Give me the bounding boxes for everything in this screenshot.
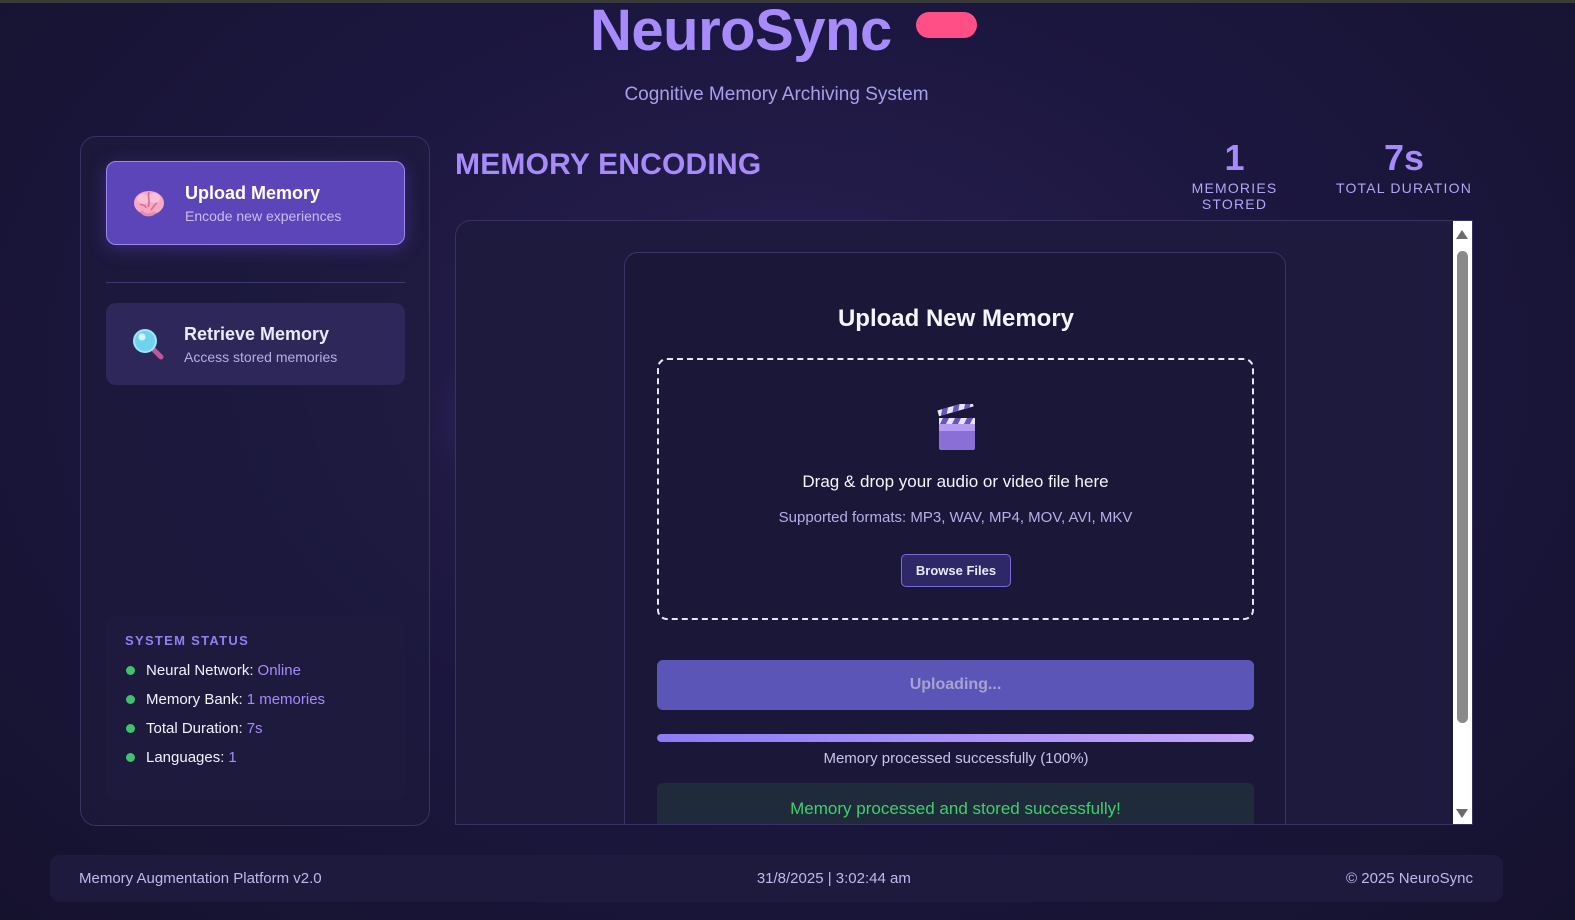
status-indicator-icon — [126, 753, 135, 762]
status-value: 1 — [228, 749, 237, 766]
footer-platform-version: Memory Augmentation Platform v2.0 — [79, 870, 322, 887]
supported-formats-text: Supported formats: MP3, WAV, MP4, MOV, A… — [778, 509, 1133, 526]
section-title: MEMORY ENCODING — [455, 148, 762, 181]
nav-upload-sublabel: Encode new experiences — [185, 207, 342, 224]
stat-label: TOTAL DURATION — [1335, 180, 1473, 196]
status-value: 1 memories — [246, 691, 326, 708]
brain-icon — [131, 185, 167, 221]
system-status-title: SYSTEM STATUS — [125, 633, 250, 648]
content-panel: Upload New Memory Drag & drop your audio… — [455, 220, 1473, 825]
sidebar-divider — [106, 282, 405, 283]
status-row-languages: Languages: 1 — [125, 743, 386, 772]
status-value: Online — [257, 662, 301, 679]
scroll-up-arrow-icon[interactable] — [1456, 230, 1468, 239]
sidebar: Upload Memory Encode new experiences Ret… — [80, 136, 430, 826]
system-status-card: SYSTEM STATUS Neural Network: Online Mem… — [106, 615, 405, 801]
clapperboard-icon — [936, 400, 978, 452]
scrollbar-thumb[interactable] — [1457, 251, 1468, 723]
nav-upload-label: Upload Memory — [185, 182, 321, 203]
upload-progress-bar — [657, 734, 1254, 742]
upload-card: Upload New Memory Drag & drop your audio… — [624, 252, 1286, 824]
stat-total-duration: 7s TOTAL DURATION — [1335, 137, 1473, 197]
app-subtitle: Cognitive Memory Archiving System — [624, 84, 929, 105]
status-label: Total Duration: — [146, 720, 243, 737]
status-label: Neural Network: — [146, 662, 254, 679]
status-label: Languages: — [146, 749, 225, 766]
stat-value: 1 — [1224, 137, 1245, 178]
brand-header: NeuroSync — [590, 0, 977, 62]
footer-copyright: © 2025 NeuroSync — [1346, 870, 1473, 887]
status-label: Memory Bank: — [146, 691, 243, 708]
scroll-down-arrow-icon[interactable] — [1456, 809, 1468, 818]
app-title: NeuroSync — [590, 0, 892, 63]
dropzone-text: Drag & drop your audio or video file her… — [802, 472, 1109, 491]
footer: Memory Augmentation Platform v2.0 31/8/2… — [50, 855, 1503, 902]
stat-value: 7s — [1383, 137, 1425, 178]
success-message: Memory processed and stored successfully… — [657, 783, 1254, 824]
nav-retrieve-memory[interactable]: Retrieve Memory Access stored memories — [106, 303, 405, 385]
progress-text: Memory processed successfully (100%) — [823, 750, 1089, 767]
nav-retrieve-label: Retrieve Memory — [184, 323, 330, 344]
footer-datetime: 31/8/2025 | 3:02:44 am — [756, 870, 911, 887]
status-row-neural-network: Neural Network: Online — [125, 656, 386, 685]
brand-badge — [915, 12, 977, 38]
file-dropzone[interactable]: Drag & drop your audio or video file her… — [657, 358, 1254, 620]
browse-files-button[interactable]: Browse Files — [901, 554, 1011, 587]
status-indicator-icon — [126, 724, 135, 733]
status-value: 7s — [246, 720, 263, 737]
stat-label: MEMORIES STORED — [1191, 180, 1278, 212]
status-indicator-icon — [126, 695, 135, 704]
status-indicator-icon — [126, 666, 135, 675]
upload-button[interactable]: Uploading... — [657, 660, 1254, 710]
upload-title: Upload New Memory — [837, 305, 1075, 332]
status-row-total-duration: Total Duration: 7s — [125, 714, 386, 743]
upload-progress-fill — [657, 734, 1254, 742]
stat-memories-stored: 1 MEMORIES STORED — [1158, 137, 1311, 213]
status-row-memory-bank: Memory Bank: 1 memories — [125, 685, 386, 714]
magnifying-glass-icon — [130, 326, 166, 362]
vertical-scrollbar[interactable] — [1453, 221, 1472, 824]
nav-upload-memory[interactable]: Upload Memory Encode new experiences — [106, 161, 405, 245]
nav-retrieve-sublabel: Access stored memories — [184, 348, 338, 365]
